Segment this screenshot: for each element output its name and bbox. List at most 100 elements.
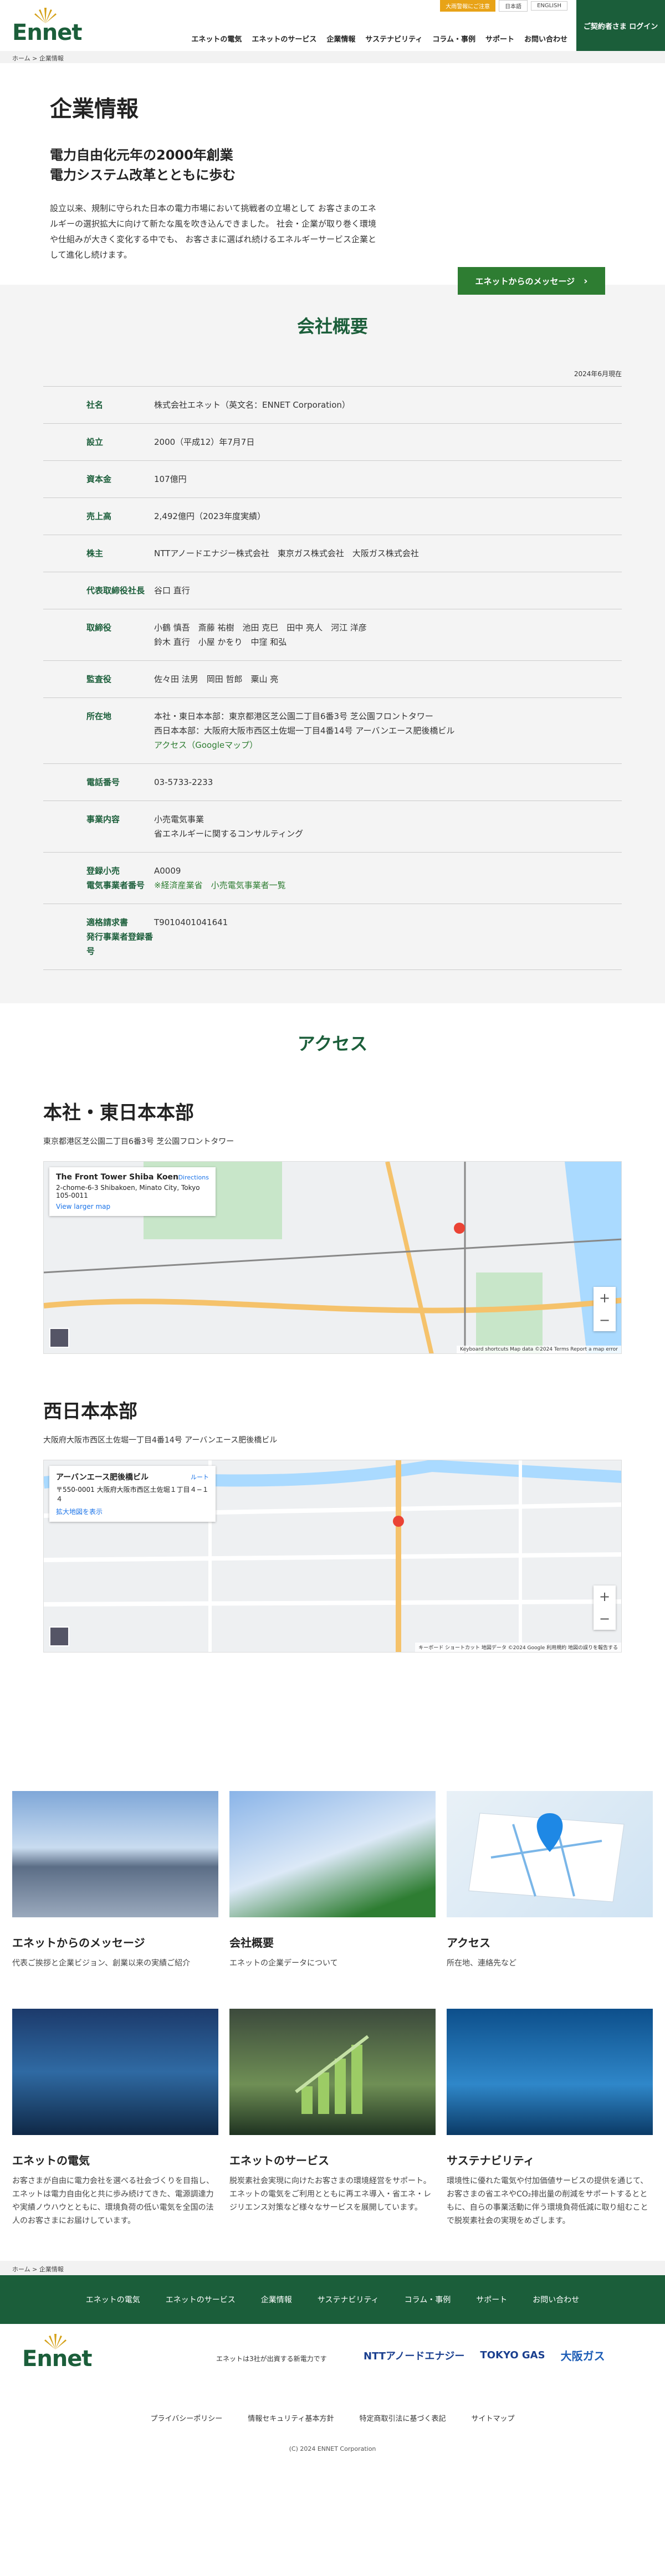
- lang-jp-button[interactable]: 日本語: [499, 0, 528, 12]
- map-place-card: アーバンエース肥後橋ビル 〒550-0001 大阪府大阪市西区土佐堀１丁目４−１４…: [49, 1466, 216, 1522]
- overview-value-line: 107億円: [154, 474, 187, 484]
- hero-body: 設立以来、規制に守られた日本の電力市場において挑戦者の立場として お客さまのエネ…: [50, 203, 377, 260]
- overview-value-line: 小売電気事業: [154, 814, 204, 824]
- street-line: [44, 1599, 621, 1607]
- tokyo-gas-logo[interactable]: TOKYO GAS: [480, 2349, 545, 2361]
- nav-support[interactable]: サポート: [485, 33, 514, 44]
- overview-link[interactable]: アクセス（Googleマップ）: [154, 738, 622, 752]
- overview-key-line: 監査役: [86, 674, 112, 684]
- ennet-logo[interactable]: Ennet: [12, 7, 83, 45]
- nav-services[interactable]: エネットのサービス: [252, 33, 316, 44]
- card-title: サステナビリティ: [447, 2154, 535, 2167]
- hero-subtitle-line1: 電力自由化元年の2000年創業: [50, 147, 233, 163]
- message-button[interactable]: エネットからのメッセージ ›: [458, 267, 605, 295]
- overview-key-line: 株主: [86, 548, 104, 558]
- page-title: 企業情報: [50, 96, 139, 122]
- nav-card[interactable]: エネットのサービス 脱炭素社会実現に向けたお客さまの環境経営をサポート。エネットの…: [229, 2009, 436, 2228]
- nav-company[interactable]: 企業情報: [326, 33, 355, 44]
- breadcrumb-sep: >: [32, 55, 38, 62]
- zoom-in-button[interactable]: +: [594, 1585, 616, 1608]
- footer-nav-contact[interactable]: お問い合わせ: [533, 2294, 579, 2305]
- zoom-out-button[interactable]: −: [594, 1608, 616, 1630]
- overview-row: 事業内容 小売電気事業 省エネルギーに関するコンサルティング: [43, 800, 622, 852]
- privacy-link[interactable]: プライバシーポリシー: [150, 2413, 222, 2423]
- view-larger-map-link[interactable]: View larger map: [56, 1203, 209, 1210]
- footer-nav-company[interactable]: 企業情報: [261, 2294, 292, 2305]
- weather-notice-link[interactable]: 大雨警報にご注意: [440, 0, 496, 12]
- overview-value-line: NTTアノードエナジー株式会社 東京ガス株式会社 大阪ガス株式会社: [154, 548, 419, 558]
- footer-logo-text[interactable]: Ennet: [22, 2346, 93, 2372]
- footer-nav-services[interactable]: エネットのサービス: [166, 2294, 236, 2305]
- map-type-toggle[interactable]: [49, 1626, 69, 1646]
- nav-sustainability[interactable]: サステナビリティ: [365, 33, 422, 44]
- overview-row: 売上高 2,492億円（2023年度実績）: [43, 497, 622, 535]
- security-policy-link[interactable]: 情報セキュリティ基本方針: [248, 2413, 334, 2423]
- overview-row: 監査役 佐々田 法男 岡田 哲郎 粟山 亮: [43, 660, 622, 697]
- message-button-label: エネットからのメッセージ: [475, 276, 575, 286]
- footer-nav-column[interactable]: コラム・事例: [405, 2294, 451, 2305]
- breadcrumb-sep: >: [32, 2266, 38, 2273]
- map-type-toggle[interactable]: [49, 1328, 69, 1348]
- overview-key: 取締役: [43, 620, 154, 649]
- footer-nav-sustainability[interactable]: サステナビリティ: [318, 2294, 379, 2305]
- footer-nav-electricity[interactable]: エネットの電気: [86, 2294, 140, 2305]
- sitemap-link[interactable]: サイトマップ: [471, 2413, 514, 2423]
- overview-value: 2000（平成12）年7月7日: [154, 435, 622, 449]
- card-title: エネットのサービス: [229, 2154, 329, 2167]
- related-cards: エネットからのメッセージ 代表ご挨拶と企業ビジョン、創業以来の実績ご紹介 会社概要エ…: [0, 1653, 665, 2261]
- overview-value: 本社・東日本本部：東京都港区芝公園二丁目6番3号 芝公園フロントタワー 西日本本部…: [154, 709, 622, 752]
- overview-key-line: 取締役: [86, 623, 112, 633]
- overview-key-line: 資本金: [86, 474, 112, 484]
- chevron-right-icon: ›: [584, 275, 588, 287]
- copyright: (C) 2024 ENNET Corporation: [289, 2445, 376, 2452]
- nav-card[interactable]: エネットからのメッセージ 代表ご挨拶と企業ビジョン、創業以来の実績ご紹介: [12, 1791, 218, 1970]
- overview-row: 登録小売 電気事業者番号 A0009 ※経済産業省 小売電気事業者一覧: [43, 852, 622, 904]
- nav-card[interactable]: エネットの電気 お客さまが自由に電力会社を選べる社会づくりを目指し、エネットは電力…: [12, 2009, 218, 2228]
- breadcrumb-home[interactable]: ホーム: [12, 2266, 30, 2273]
- access-section: アクセス 本社・東日本本部 東京都港区芝公園二丁目6番3号 芝公園フロントタワー T…: [0, 1003, 665, 1653]
- location-address: 東京都港区芝公園二丁目6番3号 芝公園フロントタワー: [43, 1137, 234, 1146]
- overview-link[interactable]: ※経済産業省 小売電気事業者一覧: [154, 878, 622, 892]
- nav-card[interactable]: 会社概要 エネットの企業データについて: [229, 1791, 436, 1970]
- overview-key-line: 電気事業者番号: [86, 880, 145, 890]
- overview-key: 適格請求書 発行事業者登録番号: [43, 915, 154, 958]
- overview-key: 代表取締役社長: [43, 583, 154, 598]
- overview-row: 適格請求書 発行事業者登録番号 T9010401041641: [43, 904, 622, 970]
- overview-key-line: 所在地: [86, 711, 112, 721]
- footer-links: プライバシーポリシー 情報セキュリティ基本方針 特定商取引法に基づく表記 サイト…: [0, 2396, 665, 2445]
- google-map[interactable]: アーバンエース肥後橋ビル 〒550-0001 大阪府大阪市西区土佐堀１丁目４−１４…: [43, 1460, 622, 1653]
- overview-value: 小売電気事業 省エネルギーに関するコンサルティング: [154, 812, 622, 841]
- nav-contact[interactable]: お問い合わせ: [524, 33, 567, 44]
- zoom-out-button[interactable]: −: [594, 1309, 616, 1331]
- ntt-anode-logo[interactable]: NTTアノードエナジー: [364, 2348, 464, 2363]
- overview-key: 監査役: [43, 672, 154, 686]
- login-button[interactable]: ご契約者さま ログイン: [576, 0, 665, 51]
- google-map[interactable]: The Front Tower Shiba Koen 2-chome-6-3 Sh…: [43, 1161, 622, 1354]
- footer-nav-support[interactable]: サポート: [476, 2294, 507, 2305]
- access-title: アクセス: [297, 1033, 368, 1054]
- nav-electricity[interactable]: エネットの電気: [191, 33, 242, 44]
- osaka-gas-logo[interactable]: 大阪ガス: [561, 2347, 605, 2363]
- card-desc: 代表ご挨拶と企業ビジョン、創業以来の実績ご紹介: [12, 1959, 191, 1968]
- overview-value: 03-5733-2233: [154, 775, 622, 789]
- overview-row: 社名 株式会社エネット（英文名：ENNET Corporation）: [43, 386, 622, 423]
- breadcrumb-current: 企業情報: [39, 55, 64, 62]
- nav-card[interactable]: サステナビリティ 環境性に優れた電気や付加価値サービスの提供を通じて、お客さまの省…: [447, 2009, 653, 2228]
- lang-en-button[interactable]: ENGLISH: [531, 1, 567, 11]
- directions-button[interactable]: Directions: [178, 1174, 209, 1181]
- nav-card[interactable]: アクセス 所在地、連絡先など: [447, 1791, 653, 1970]
- breadcrumb-home[interactable]: ホーム: [12, 55, 30, 62]
- hero-section: 企業情報 電力自由化元年の2000年創業 電力システム改革とともに歩む 設立以来、…: [0, 63, 665, 295]
- overview-key-line: 電話番号: [86, 777, 120, 787]
- zoom-in-button[interactable]: +: [594, 1287, 616, 1309]
- overview-row: 所在地 本社・東日本本部：東京都港区芝公園二丁目6番3号 芝公園フロントタワー 西日…: [43, 697, 622, 763]
- map-place-address: 〒550-0001 大阪府大阪市西区土佐堀１丁目４−１４: [56, 1486, 209, 1503]
- commerce-law-link[interactable]: 特定商取引法に基づく表記: [359, 2413, 446, 2423]
- overview-key-line: 登録小売: [86, 866, 120, 876]
- breadcrumb: ホーム > 企業情報: [0, 51, 665, 63]
- global-nav: エネットの電気 エネットのサービス 企業情報 サステナビリティ コラム・事例 サ…: [191, 33, 567, 44]
- map-attribution: キーボード ショートカット 地図データ ©2024 Google 利用規約 地図…: [415, 1643, 621, 1652]
- view-larger-map-link[interactable]: 拡大地図を表示: [56, 1507, 209, 1516]
- directions-button[interactable]: ルート: [191, 1472, 209, 1481]
- nav-column[interactable]: コラム・事例: [432, 33, 475, 44]
